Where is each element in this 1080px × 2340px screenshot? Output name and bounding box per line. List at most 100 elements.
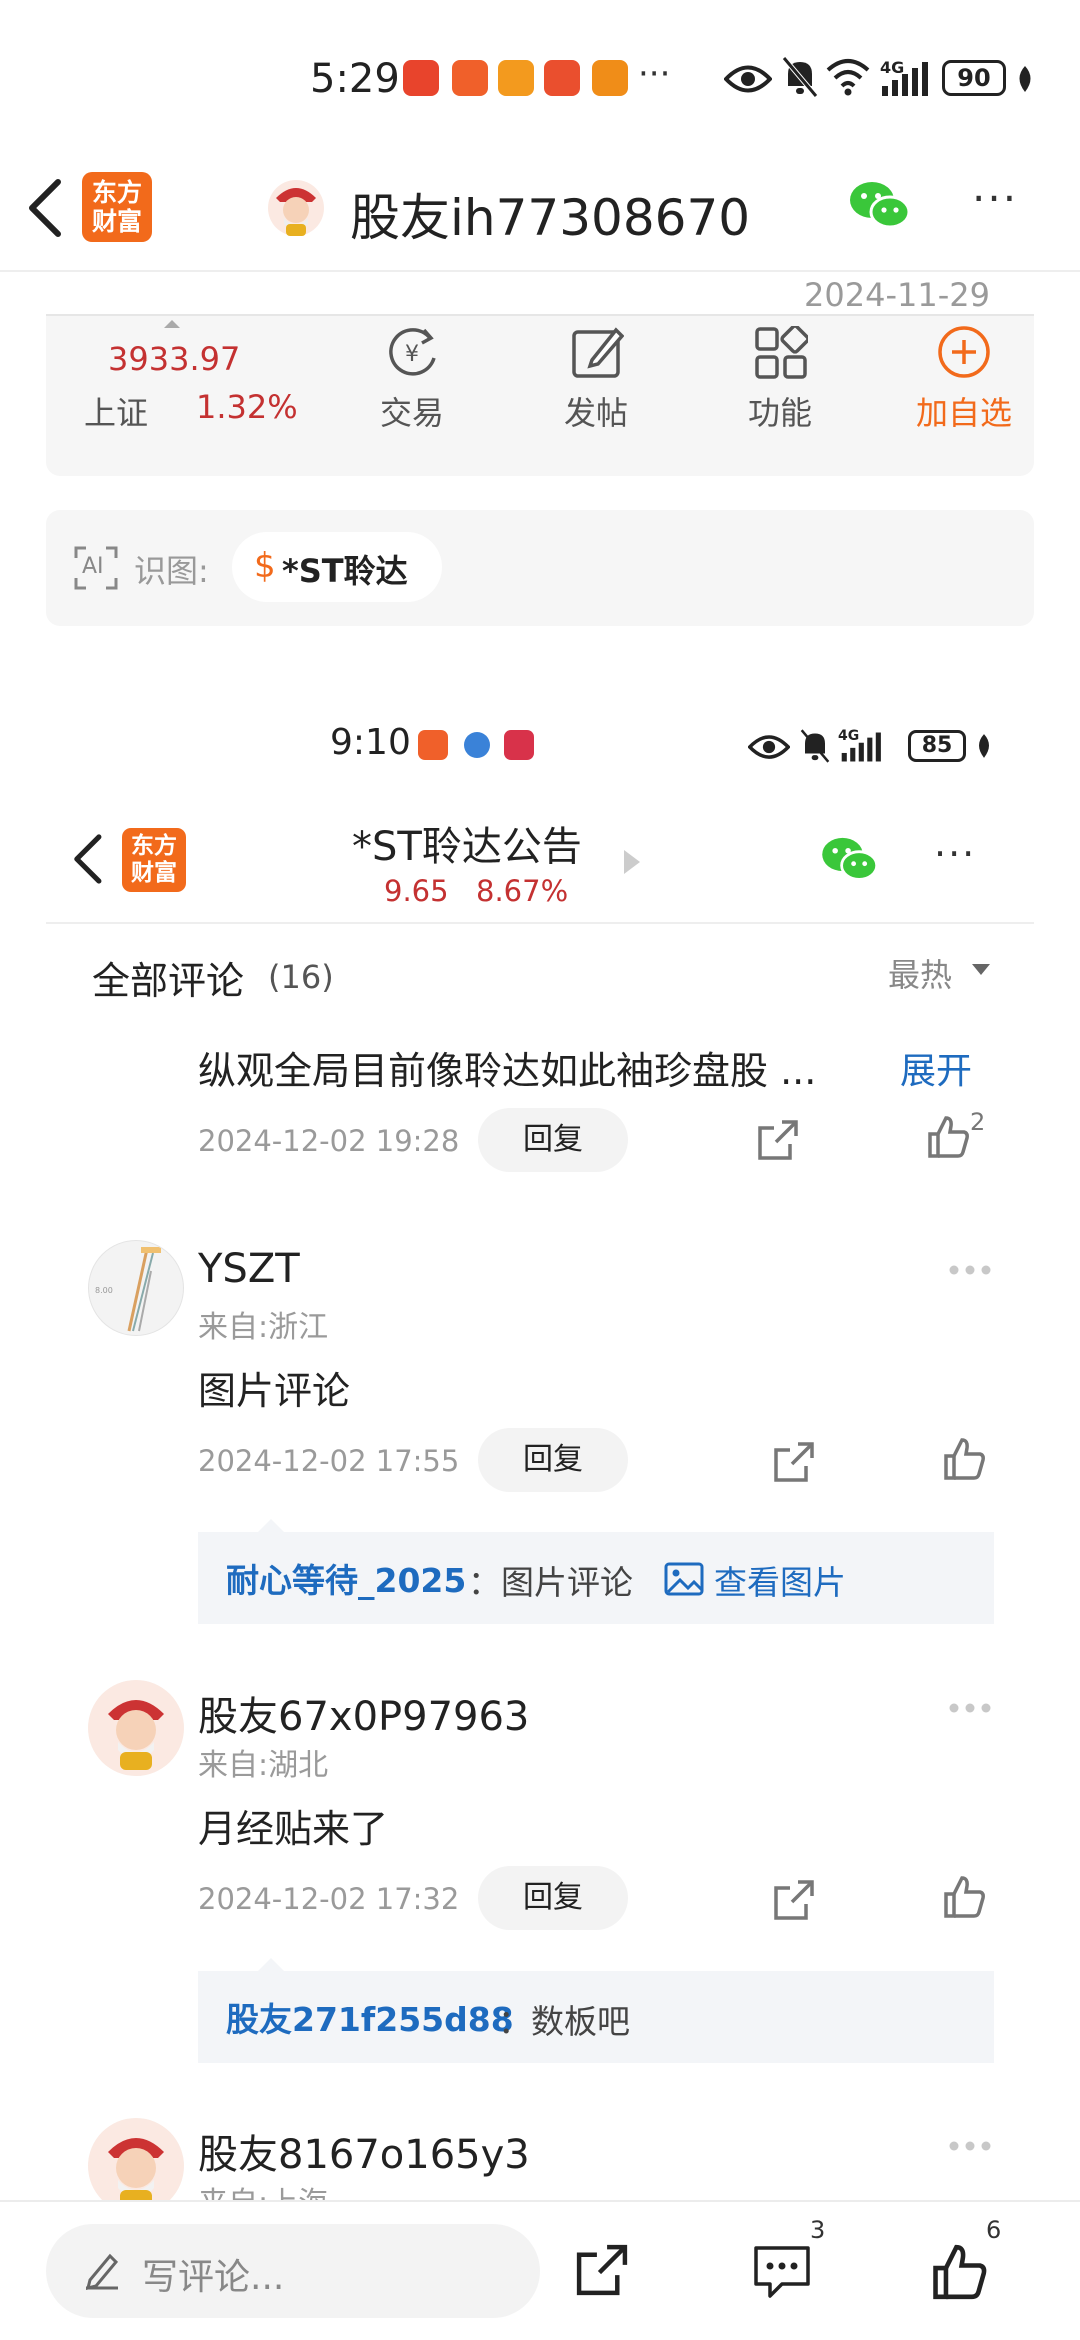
inner-header: 东方 财富 *ST聆达公告 9.65 8.67% ··· (46, 800, 1034, 924)
action-trade[interactable]: ¥ 交易 (342, 316, 482, 446)
action-features[interactable]: 功能 (710, 316, 850, 446)
battery-icon: 90 (942, 60, 1006, 96)
comment-input[interactable]: 写评论... (46, 2224, 540, 2318)
comment-date: 2024-12-02 17:55 (198, 1444, 460, 1478)
thumbs-up-icon[interactable] (942, 1436, 986, 1482)
quote-username[interactable]: 股友271f255d88 (226, 1993, 514, 2041)
wechat-icon[interactable] (848, 180, 910, 232)
wechat-icon[interactable] (820, 836, 878, 884)
inner-status-bar: 9:10 4G 85 (0, 716, 1080, 776)
app-notification-icon (452, 60, 488, 96)
signal-icon (841, 732, 881, 762)
sort-dropdown[interactable]: 最热 (888, 948, 998, 998)
action-add-watchlist-label: 加自选 (915, 394, 1012, 432)
more-dots-icon[interactable] (948, 1702, 992, 1714)
quote-username[interactable]: 耐心等待_2025 (226, 1554, 466, 1602)
action-features-label: 功能 (747, 394, 812, 432)
view-image-link[interactable]: 查看图片 (714, 1556, 846, 1604)
app-notification-icon (504, 730, 534, 760)
thumbs-up-icon[interactable] (926, 1114, 970, 1160)
avatar: 8.00 (88, 1240, 184, 1336)
eye-icon (748, 735, 790, 759)
stock-chip[interactable]: $ *ST聆达 (232, 532, 442, 602)
comments-count: (16) (268, 958, 334, 996)
action-post-label: 发帖 (563, 394, 628, 432)
app-notification-icon (498, 60, 534, 96)
app-notification-icon (403, 60, 439, 96)
stock-change: 8.67% (476, 874, 569, 908)
eye-icon (724, 65, 772, 93)
mute-bell-icon (782, 56, 818, 98)
reply-button[interactable]: 回复 (478, 1428, 628, 1492)
thumbs-up-icon[interactable] (930, 2242, 988, 2302)
share-icon[interactable] (772, 1440, 816, 1484)
inner-battery-level: 85 (921, 733, 953, 758)
more-dots-icon[interactable] (948, 2140, 992, 2152)
stock-chip-label: *ST聆达 (282, 552, 408, 590)
app-notification-icon (544, 60, 580, 96)
reply-button[interactable]: 回复 (478, 1866, 628, 1930)
leaf-icon (1019, 66, 1031, 92)
leaf-icon (979, 734, 989, 758)
svg-text:¥: ¥ (405, 342, 419, 367)
comment-count-badge: 3 (810, 2216, 826, 2244)
status-bar: 5:29 ··· 4G 90 (0, 40, 1080, 120)
like-count-badge: 6 (986, 2216, 1002, 2244)
inner-status-time: 9:10 (330, 722, 411, 763)
action-post[interactable]: 发帖 (526, 316, 666, 446)
app-notification-icon (464, 732, 490, 758)
stock-price: 9.65 (384, 874, 449, 908)
ai-label: AI (82, 554, 104, 579)
comments-title: 全部评论 (92, 959, 245, 1003)
page-title: 股友ih77308670 (350, 189, 751, 247)
grid-icon (755, 326, 808, 379)
wifi-icon (826, 59, 870, 96)
caret-right-icon[interactable] (622, 848, 642, 876)
status-time: 5:29 (310, 56, 400, 102)
index-change: 1.32% (196, 388, 298, 426)
action-trade-label: 交易 (379, 394, 444, 432)
more-menu-button[interactable]: ··· (972, 174, 1018, 223)
avatar (88, 1680, 184, 1776)
reply-button[interactable]: 回复 (478, 1108, 628, 1172)
username[interactable]: 股友67x0P97963 (198, 1684, 529, 1742)
eastmoney-logo: 东方 财富 (82, 172, 152, 242)
comment-bubble-icon[interactable] (752, 2244, 812, 2300)
bottom-bar: 写评论... 3 6 (0, 2200, 1080, 2340)
more-dots-icon[interactable] (948, 1264, 992, 1276)
market-card: 3933.97 上证 1.32% ¥ 交易 发帖 功能 加自选 (46, 314, 1034, 476)
comment-input-placeholder: 写评论... (142, 2257, 285, 2298)
reply-quote[interactable]: 股友271f255d88 ：数板吧 (198, 1971, 994, 2063)
action-add-watchlist[interactable]: 加自选 (894, 316, 1034, 446)
post-date: 2024-11-29 (804, 276, 990, 314)
pencil-icon (85, 2253, 119, 2290)
expand-link[interactable]: 展开 (900, 1042, 972, 1094)
add-circle-icon (938, 326, 990, 378)
share-icon[interactable] (772, 1878, 816, 1922)
back-arrow-icon[interactable] (24, 178, 64, 238)
battery-icon: 85 (908, 730, 966, 762)
app-notification-icon (418, 730, 448, 760)
svg-text:8.00: 8.00 (95, 1286, 113, 1295)
eastmoney-logo: 东方 财富 (122, 828, 186, 892)
share-icon[interactable] (574, 2242, 630, 2298)
app-notification-icon (592, 60, 628, 96)
image-icon (664, 1562, 704, 1596)
thumbs-up-icon[interactable] (942, 1874, 986, 1920)
comment-date: 2024-12-02 19:28 (198, 1124, 460, 1158)
quote-text: ：数板吧 (498, 2002, 630, 2041)
username[interactable]: YSZT (198, 1246, 300, 1292)
mute-bell-icon (800, 729, 830, 763)
username[interactable]: 股友8167o165y3 (198, 2122, 530, 2180)
logo-line2: 财富 (91, 207, 142, 236)
more-menu-button[interactable]: ··· (934, 832, 976, 876)
back-arrow-icon[interactable] (70, 832, 104, 886)
image-recognize-bar: AI 识图: $ *ST聆达 (46, 510, 1034, 626)
logo-line1: 东方 (131, 833, 177, 859)
logo-line1: 东方 (91, 178, 142, 207)
edit-icon (572, 327, 624, 378)
signal-icon (882, 62, 928, 96)
reply-quote[interactable]: 耐心等待_2025 ：图片评论 查看图片 (198, 1532, 994, 1624)
share-icon[interactable] (756, 1118, 800, 1162)
logo-line2: 财富 (131, 860, 177, 886)
